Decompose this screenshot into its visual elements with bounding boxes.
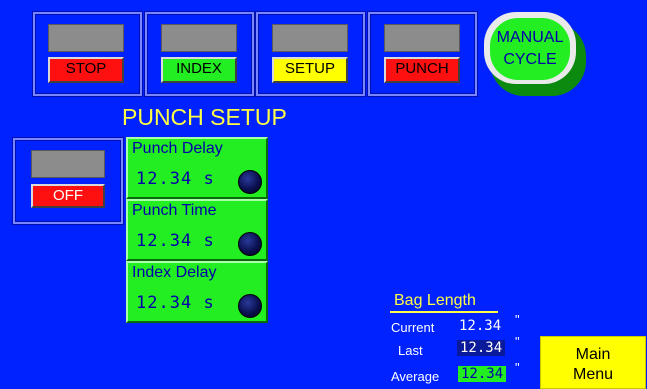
setup-button[interactable]: SETUP — [272, 57, 348, 83]
punch-delay-value[interactable]: 12.34 s — [136, 169, 215, 189]
punch-time-panel[interactable]: Punch Time 12.34 s — [126, 199, 268, 261]
index-delay-knob-icon[interactable] — [238, 294, 262, 318]
punch-delay-knob-icon[interactable] — [238, 170, 262, 194]
stop-button[interactable]: STOP — [48, 57, 124, 83]
manual-cycle-label-2: CYCLE — [503, 51, 557, 68]
current-label: Current — [391, 320, 435, 335]
last-unit: " — [515, 334, 520, 349]
index-indicator-lamp — [161, 24, 237, 52]
last-label: Last — [398, 343, 423, 358]
punch-button[interactable]: PUNCH — [384, 57, 460, 83]
index-button[interactable]: INDEX — [161, 57, 237, 83]
off-button-frame[interactable]: OFF — [13, 138, 123, 224]
index-delay-value[interactable]: 12.34 s — [136, 293, 215, 313]
punch-time-label: Punch Time — [132, 202, 217, 219]
bag-length-underline — [390, 311, 498, 313]
punch-delay-panel[interactable]: Punch Delay 12.34 s — [126, 137, 268, 199]
punch-indicator-lamp — [384, 24, 460, 52]
stop-button-frame[interactable]: STOP — [33, 12, 142, 96]
punch-delay-label: Punch Delay — [132, 140, 223, 157]
main-menu-label-1: Main — [575, 346, 611, 363]
bag-length-title: Bag Length — [394, 292, 476, 309]
average-unit: " — [515, 360, 520, 375]
off-indicator-lamp — [31, 150, 105, 178]
main-menu-button[interactable]: Main Menu — [540, 336, 646, 389]
setup-indicator-lamp — [272, 24, 348, 52]
average-label: Average — [391, 369, 440, 384]
last-value: 12.34 — [457, 340, 506, 356]
setup-button-frame[interactable]: SETUP — [256, 12, 365, 96]
off-button[interactable]: OFF — [31, 184, 105, 208]
page-title: PUNCH SETUP — [122, 104, 287, 130]
index-delay-label: Index Delay — [132, 264, 217, 281]
main-menu-label-2: Menu — [572, 366, 614, 383]
punch-button-frame[interactable]: PUNCH — [368, 12, 477, 96]
punch-time-knob-icon[interactable] — [238, 232, 262, 256]
current-value: 12.34 — [456, 318, 505, 334]
index-button-frame[interactable]: INDEX — [145, 12, 254, 96]
current-unit: " — [515, 312, 520, 327]
manual-cycle-button[interactable]: MANUAL CYCLE — [484, 12, 586, 96]
punch-time-value[interactable]: 12.34 s — [136, 231, 215, 251]
index-delay-panel[interactable]: Index Delay 12.34 s — [126, 261, 268, 323]
stop-indicator-lamp — [48, 24, 124, 52]
average-value: 12.34 — [458, 366, 507, 382]
manual-cycle-face — [490, 18, 570, 80]
manual-cycle-label-1: MANUAL — [496, 29, 564, 46]
